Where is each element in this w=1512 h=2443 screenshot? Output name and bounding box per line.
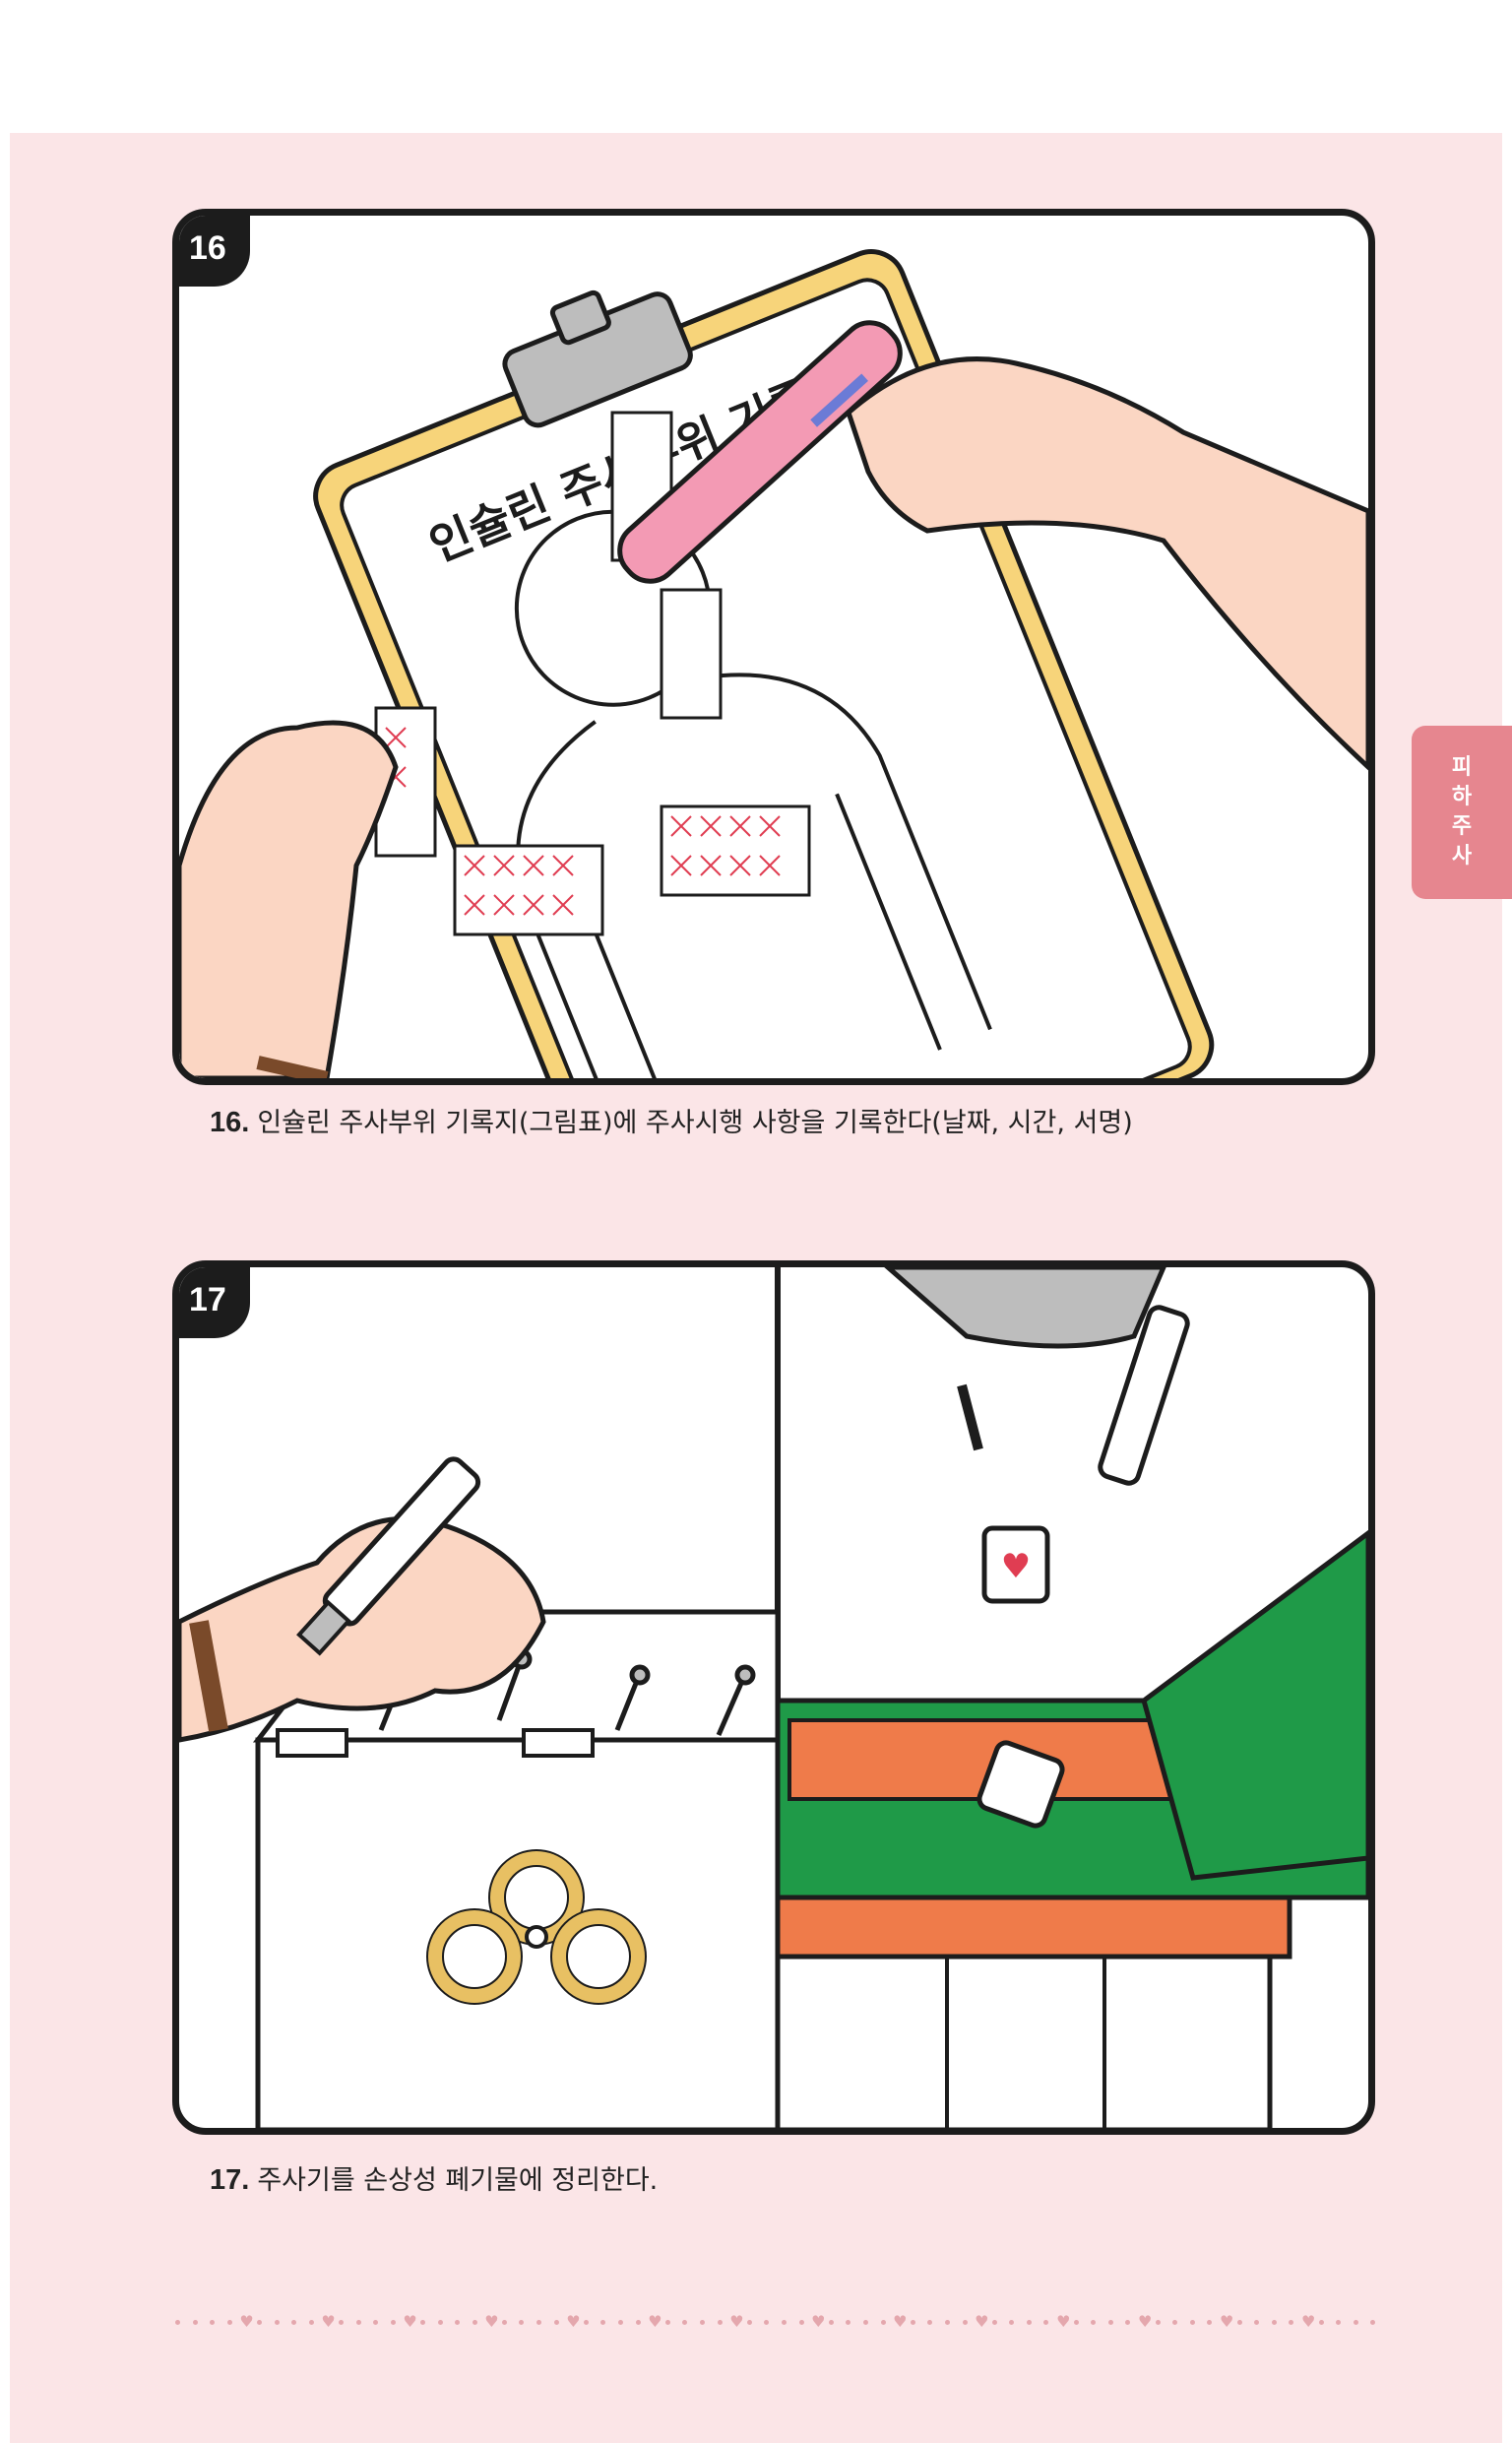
step-16-illustration-panel: 인슐린 주사부위 기록지 16 xyxy=(172,209,1375,1085)
section-tab[interactable]: 피 하 주 사 xyxy=(1412,726,1512,899)
caption-text: 주사기를 손상성 폐기물에 정리한다. xyxy=(257,2165,659,2196)
step-17-caption: 17. 주사기를 손상성 폐기물에 정리한다. xyxy=(210,2158,658,2197)
caption-number: 16. xyxy=(210,1107,250,1138)
step-number-badge: 17 xyxy=(179,1267,250,1338)
caption-text: 인슐린 주사부위 기록지(그림표)에 주사시행 사항을 기록한다(날짜, 시간,… xyxy=(257,1108,1133,1138)
step-17-illustration-panel: ♥ 17 xyxy=(172,1260,1375,2135)
decorative-dotted-divider xyxy=(175,2314,1376,2330)
caption-number: 17. xyxy=(210,2164,250,2196)
section-tab-char: 피 xyxy=(1451,755,1473,780)
step-number-badge: 16 xyxy=(179,216,250,287)
heart-card-icon: ♥ xyxy=(981,1525,1050,1604)
svg-text:♥: ♥ xyxy=(1001,1547,1031,1586)
clipboard-record-illustration: 인슐린 주사부위 기록지 xyxy=(179,249,1368,1078)
waste-bin xyxy=(775,1529,1368,2128)
clipboard-icon: 인슐린 주사부위 기록지 xyxy=(313,249,1215,1078)
sharps-disposal-illustration: ♥ xyxy=(179,1267,1368,2128)
section-tab-char: 하 xyxy=(1451,785,1473,809)
tray-icon xyxy=(884,1267,1166,1349)
left-hand xyxy=(179,720,399,1078)
step-16-caption: 16. 인슐린 주사부위 기록지(그림표)에 주사시행 사항을 기록한다(날짜, … xyxy=(210,1101,1133,1139)
section-tab-char: 주 xyxy=(1451,814,1473,839)
section-tab-char: 사 xyxy=(1451,844,1473,868)
